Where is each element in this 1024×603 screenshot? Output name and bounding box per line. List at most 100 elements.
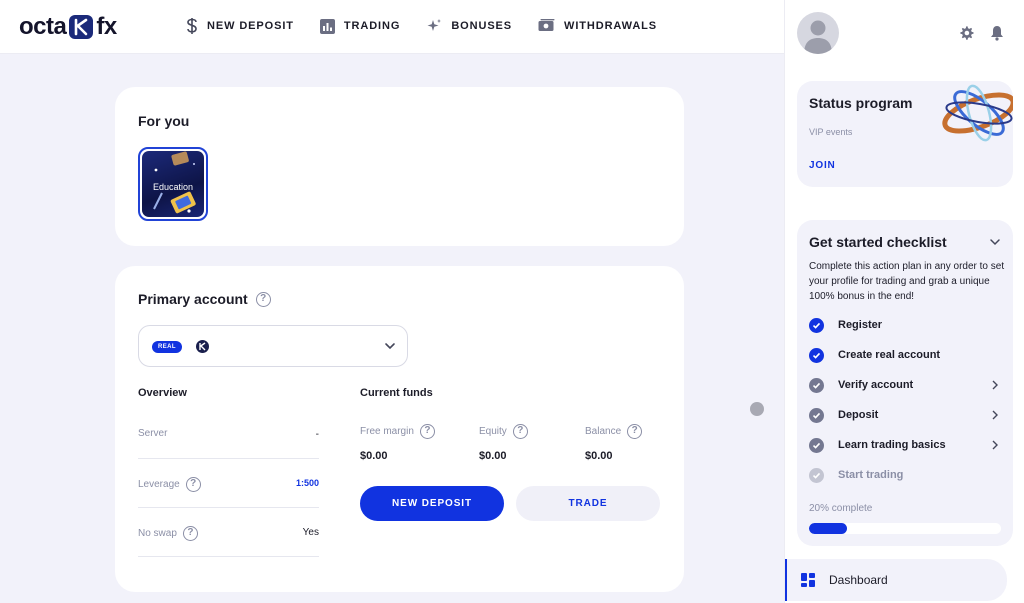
checklist-step-label: Create real account: [838, 349, 941, 361]
nav-withdrawals[interactable]: WITHDRAWALS: [538, 16, 657, 36]
progress-fill: [809, 523, 848, 534]
octafx-logo[interactable]: octa fx: [19, 14, 117, 40]
checklist-step-create-account[interactable]: Create real account: [809, 344, 999, 366]
new-deposit-button[interactable]: NEW DEPOSIT: [360, 486, 504, 521]
free-margin-block: Free margin ? $0.00: [360, 422, 470, 462]
overview-row: Server -: [138, 410, 319, 459]
equity-value: $0.00: [479, 450, 507, 462]
nav-new-deposit-label: NEW DEPOSIT: [207, 20, 294, 32]
education-tile[interactable]: Education: [138, 147, 208, 221]
help-icon[interactable]: ?: [255, 291, 271, 307]
checklist-step-register[interactable]: Register: [809, 314, 999, 336]
checklist-step-label: Start trading: [838, 469, 904, 481]
checklist-step-verify[interactable]: Verify account: [809, 374, 999, 396]
status-program-title: Status program: [809, 95, 913, 111]
help-icon[interactable]: ?: [419, 423, 435, 439]
free-margin-label: Free margin: [360, 425, 414, 437]
help-icon[interactable]: ?: [182, 526, 198, 541]
logo-mark-icon: [69, 15, 94, 39]
leverage-value[interactable]: 1:500: [296, 478, 319, 488]
nav-bonuses-label: BONUSES: [451, 20, 513, 32]
cash-icon: [538, 19, 555, 31]
floating-handle[interactable]: [750, 402, 764, 416]
primary-account-header: Primary account ?: [138, 291, 271, 307]
checklist-step-learn[interactable]: Learn trading basics: [809, 434, 999, 456]
no-swap-label-wrap: No swap ?: [138, 526, 198, 541]
orbit-rings-icon: [942, 84, 1013, 142]
nav-trading-label: TRADING: [343, 20, 401, 32]
checklist-step-deposit[interactable]: Deposit: [809, 404, 999, 426]
server-label: Server: [138, 428, 168, 439]
balance-value: $0.00: [585, 450, 613, 462]
balance-block: Balance ? $0.00: [585, 422, 695, 462]
checklist-description: Complete this action plan in any order t…: [809, 261, 1005, 302]
progress-bar: [809, 523, 1001, 534]
free-margin-value: $0.00: [360, 450, 388, 462]
chevron-down-icon: [385, 343, 395, 350]
account-type-badge: REAL: [152, 341, 182, 353]
status-program-card: Status program VIP events JOIN: [797, 81, 1013, 187]
dashboard-icon: [801, 573, 815, 587]
overview-row: No swap ? Yes: [138, 508, 319, 557]
nav-bonuses[interactable]: BONUSES: [426, 16, 512, 36]
nav-withdrawals-label: WITHDRAWALS: [564, 20, 658, 32]
chevron-right-icon: [992, 410, 998, 420]
server-value: -: [315, 429, 319, 440]
checklist-card: Get started checklist Complete this acti…: [797, 220, 1013, 546]
join-link[interactable]: JOIN: [809, 160, 836, 171]
nav-trading[interactable]: TRADING: [319, 16, 401, 36]
checklist-step-label: Register: [838, 319, 883, 331]
check-icon: [809, 437, 824, 453]
chevron-right-icon: [992, 380, 998, 390]
right-panel: Status program VIP events JOIN Get start…: [784, 0, 1024, 603]
dashboard-label: Dashboard: [829, 573, 888, 587]
education-tile-label: Education: [152, 182, 194, 192]
chevron-down-icon[interactable]: [989, 236, 1001, 248]
education-tile-image: Education: [142, 151, 204, 217]
nav-new-deposit[interactable]: NEW DEPOSIT: [186, 16, 294, 36]
balance-label: Balance: [585, 425, 622, 437]
chevron-right-icon: [992, 440, 998, 450]
current-funds-title: Current funds: [360, 387, 433, 399]
check-icon: [809, 467, 824, 483]
account-select[interactable]: REAL: [138, 325, 408, 367]
check-icon: [809, 407, 824, 423]
help-icon[interactable]: ?: [185, 477, 201, 492]
leverage-label-wrap: Leverage ?: [138, 477, 201, 492]
top-bar: octa fx NEW DEPOSIT TRADING BONUSES WITH…: [0, 0, 784, 54]
help-icon[interactable]: ?: [627, 423, 643, 439]
check-icon: [809, 317, 824, 333]
no-swap-value: Yes: [302, 527, 319, 538]
sparkle-icon: [427, 19, 442, 31]
trade-button[interactable]: TRADE: [516, 486, 660, 521]
gear-icon[interactable]: [959, 25, 975, 41]
logo-text-right: fx: [96, 13, 117, 40]
user-icon: [804, 20, 832, 54]
overview-row: Leverage ? 1:500: [138, 459, 319, 508]
sidebar-item-dashboard[interactable]: Dashboard: [785, 559, 1007, 601]
equity-label: Equity: [479, 425, 507, 437]
primary-account-card: Primary account ? REAL Overview Server -…: [115, 266, 684, 592]
primary-account-title: Primary account: [138, 291, 248, 307]
equity-label-wrap: Equity ?: [479, 422, 589, 440]
progress-label: 20% complete: [809, 503, 873, 514]
checklist-title: Get started checklist: [809, 234, 947, 250]
checklist-step-label: Learn trading basics: [838, 439, 946, 451]
dollar-icon: [187, 18, 197, 34]
avatar[interactable]: [797, 12, 839, 54]
main-nav: NEW DEPOSIT TRADING BONUSES WITHDRAWALS: [186, 16, 657, 36]
checklist-step-label: Deposit: [838, 409, 879, 421]
no-swap-label: No swap: [138, 528, 177, 539]
leverage-label: Leverage: [138, 479, 180, 490]
free-margin-label-wrap: Free margin ?: [360, 422, 470, 440]
balance-label-wrap: Balance ?: [585, 422, 695, 440]
overview-title: Overview: [138, 387, 187, 399]
chart-icon: [319, 18, 335, 34]
help-icon[interactable]: ?: [512, 423, 528, 439]
equity-block: Equity ? $0.00: [479, 422, 589, 462]
bell-icon[interactable]: [990, 25, 1004, 41]
status-program-subtitle: VIP events: [809, 127, 853, 137]
check-icon: [809, 347, 824, 363]
logo-text-left: octa: [19, 13, 67, 40]
account-logo-icon: [196, 340, 209, 353]
